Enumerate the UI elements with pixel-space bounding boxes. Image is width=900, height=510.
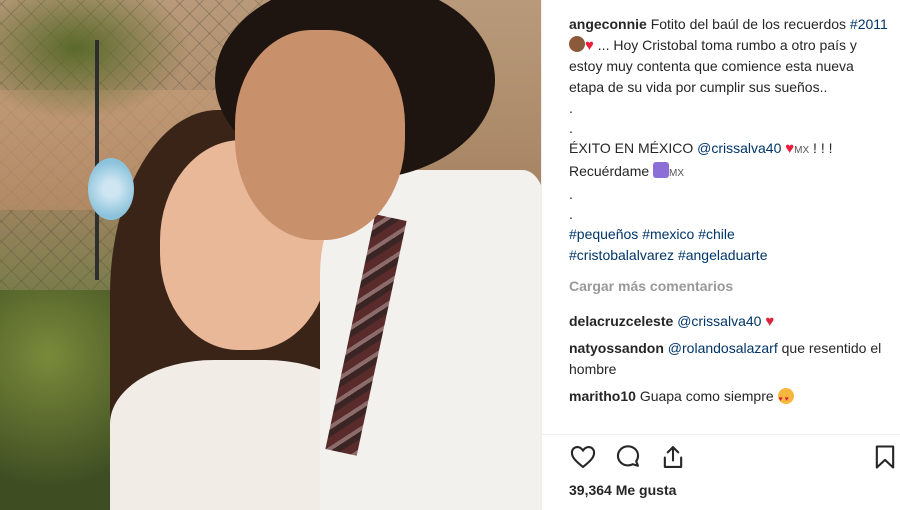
red-heart-icon: ♥ (785, 140, 795, 157)
caption-exito: ÉXITO EN MÉXICO @crissalva40 ♥MX ! ! ! R… (569, 138, 889, 184)
hashtag[interactable]: #cristobalalvarez (569, 247, 674, 263)
post-photo[interactable] (0, 0, 541, 510)
mx-flag-label: MX (669, 168, 685, 179)
heart-eyes-emoji-icon (777, 388, 794, 410)
monkey-emoji-icon (569, 36, 585, 52)
action-bar (569, 443, 899, 473)
recuerdame-text: Recuérdame (569, 163, 650, 179)
hashtag[interactable]: #angeladuarte (678, 247, 768, 263)
exclaims: ! ! ! (813, 140, 833, 156)
red-heart-icon: ♥ (585, 37, 594, 54)
likes-count[interactable]: 39,364 Me gusta (569, 482, 676, 498)
comment-text: Guapa como siempre (639, 388, 774, 404)
caption: angeconnie Fotito del baúl de los recuer… (569, 14, 889, 98)
mx-flag-label: MX (794, 145, 810, 156)
caption-dot: . (569, 120, 573, 136)
comment-user[interactable]: maritho10 (569, 388, 636, 404)
comment-bubble-icon (616, 445, 640, 467)
exito-text: ÉXITO EN MÉXICO (569, 140, 694, 156)
hashtag[interactable]: #chile (698, 226, 735, 242)
like-button[interactable] (569, 443, 597, 471)
comment-item: delacruzceleste @crissalva40 ♥ (569, 311, 889, 332)
comment-button[interactable] (614, 443, 642, 471)
comments-list[interactable]: angeconnie Fotito del baúl de los recuer… (569, 14, 889, 434)
comment-mention[interactable]: @rolandosalazarf (668, 340, 778, 356)
bookmark-icon (875, 445, 895, 469)
comment-mention[interactable]: @crissalva40 (677, 313, 761, 329)
comment-item: maritho10 Guapa como siempre (569, 386, 889, 410)
caption-text-1: Fotito del baúl de los recuerdos (650, 16, 847, 32)
heart-emoji-icon: ♥ (765, 313, 775, 330)
hair-flower (88, 158, 134, 220)
caption-hashtags: #pequeños #mexico #chile #cristobalalvar… (569, 224, 889, 266)
comment-user[interactable]: natyossandon (569, 340, 664, 356)
share-button[interactable] (659, 443, 687, 471)
exito-mention[interactable]: @crissalva40 (697, 140, 781, 156)
comment-user[interactable]: delacruzceleste (569, 313, 673, 329)
heart-outline-icon (570, 446, 596, 469)
hashtag-year[interactable]: #2011 (850, 16, 888, 32)
post-side-panel: angeconnie Fotito del baúl de los recuer… (541, 0, 900, 510)
boy-face (235, 30, 405, 240)
caption-dot: . (569, 206, 573, 222)
pole (95, 40, 99, 280)
caption-dot: . (569, 186, 573, 202)
hashtag[interactable]: #pequeños (569, 226, 638, 242)
music-notes-icon (653, 162, 670, 178)
caption-author[interactable]: angeconnie (569, 16, 647, 32)
caption-dot: . (569, 100, 573, 116)
share-upload-icon (663, 446, 683, 468)
caption-text-2: ... Hoy Cristobal toma rumbo a otro país… (569, 37, 857, 95)
load-more-comments-button[interactable]: Cargar más comentarios (569, 276, 889, 297)
hashtag[interactable]: #mexico (642, 226, 694, 242)
comment-item: natyossandon @rolandosalazarf que resent… (569, 338, 889, 380)
divider (542, 434, 900, 435)
save-button[interactable] (871, 443, 899, 471)
